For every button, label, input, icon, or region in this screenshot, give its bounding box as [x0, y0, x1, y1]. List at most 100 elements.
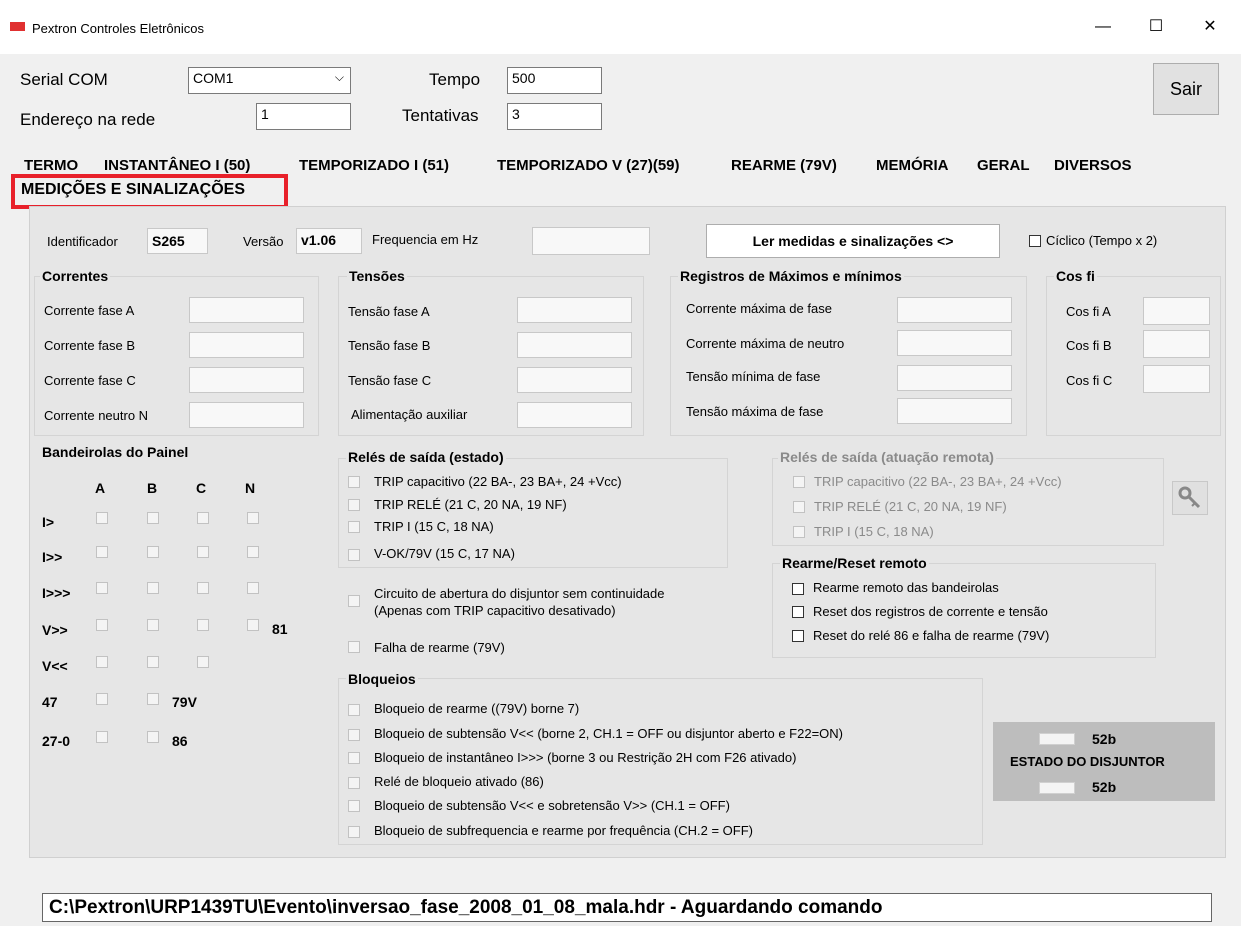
rearme-bandeirolas-label: Rearme remoto das bandeirolas: [813, 580, 999, 595]
col-a-label: A: [95, 480, 106, 496]
bloqueio-indicator: [348, 752, 360, 764]
corrente-n-field: [189, 402, 304, 428]
remota-trip-capacitivo-checkbox[interactable]: [793, 476, 805, 488]
versao-value: v1.06: [296, 228, 362, 254]
chevron-down-icon: ⌵: [334, 70, 344, 84]
trip-i-label: TRIP I (15 C, 18 NA): [374, 519, 494, 534]
tentativas-input[interactable]: 3: [507, 103, 602, 130]
corrente-b-field: [189, 332, 304, 358]
rearme-bandeirolas-checkbox[interactable]: [792, 583, 804, 595]
disjuntor-indicator-top: [1039, 733, 1075, 745]
endereco-label: Endereço na rede: [20, 110, 156, 129]
cosfi-b-field: [1143, 330, 1210, 358]
bloqueio-instantaneo-label: Bloqueio de instantâneo I>>> (borne 3 ou…: [374, 750, 797, 765]
versao-label: Versão: [243, 234, 284, 249]
maximize-button[interactable]: ☐: [1136, 12, 1176, 42]
tensao-c-label: Tensão fase C: [348, 373, 432, 388]
trip-rele-indicator: [348, 499, 360, 511]
tab-geral[interactable]: GERAL: [977, 157, 1030, 174]
flag-checkbox: [197, 512, 209, 524]
cosfi-title: Cos fi: [1054, 268, 1097, 284]
cosfi-b-label: Cos fi B: [1066, 338, 1112, 353]
ciclico-label: Cíclico (Tempo x 2): [1046, 233, 1158, 248]
tab-instantaneo[interactable]: INSTANTÂNEO I (50): [104, 157, 250, 174]
bloqueio-subtensao-label: Bloqueio de subtensão V<< (borne 2, CH.1…: [374, 726, 843, 741]
flag-checkbox: [147, 582, 159, 594]
sair-button[interactable]: Sair: [1153, 63, 1219, 115]
bloqueio-indicator: [348, 826, 360, 838]
flag-checkbox: [197, 582, 209, 594]
close-button[interactable]: ✕: [1190, 12, 1230, 42]
tab-rearme[interactable]: REARME (79V): [731, 157, 837, 174]
corrente-b-label: Corrente fase B: [44, 338, 136, 353]
flag-row-label: V>>: [42, 622, 68, 638]
cosfi-a-label: Cos fi A: [1066, 304, 1111, 319]
tab-temporizado-v[interactable]: TEMPORIZADO V (27)(59): [497, 157, 680, 174]
rearme-title: Rearme/Reset remoto: [780, 555, 929, 571]
v-ok-label: V-OK/79V (15 C, 17 NA): [374, 546, 515, 561]
window-title: Pextron Controles Eletrônicos: [32, 21, 204, 36]
status-bar: C:\Pextron\URP1439TU\Evento\inversao_fas…: [42, 893, 1212, 922]
tempo-label: Tempo: [429, 70, 481, 89]
trip-i-indicator: [348, 521, 360, 533]
registros-title: Registros de Máximos e mínimos: [678, 268, 904, 284]
flag-checkbox: [147, 619, 159, 631]
reset-rele-86-label: Reset do relé 86 e falha de rearme (79V): [813, 628, 1050, 643]
ler-medidas-button[interactable]: Ler medidas e sinalizações <>: [706, 224, 1000, 258]
flag-row-label: 47: [42, 694, 58, 710]
reset-rele-86-checkbox[interactable]: [792, 630, 804, 642]
tab-diversos[interactable]: DIVERSOS: [1054, 157, 1132, 174]
circuito-label-1: Circuito de abertura do disjuntor sem co…: [374, 586, 665, 601]
serial-com-value: COM1: [193, 70, 234, 86]
bloqueio-subfrequencia-label: Bloqueio de subfrequencia e rearme por f…: [374, 823, 753, 838]
key-button[interactable]: [1172, 481, 1208, 515]
identificador-label: Identificador: [47, 234, 118, 249]
remota-trip-rele-checkbox[interactable]: [793, 501, 805, 513]
flag-row-label: I>: [42, 514, 55, 530]
cosfi-a-field: [1143, 297, 1210, 325]
tensao-a-field: [517, 297, 632, 323]
flag-checkbox: [247, 512, 259, 524]
flag-checkbox: [147, 546, 159, 558]
falha-rearme-label: Falha de rearme (79V): [374, 640, 505, 655]
reset-registros-checkbox[interactable]: [792, 606, 804, 618]
tab-temporizado-i[interactable]: TEMPORIZADO I (51): [299, 157, 449, 174]
trip-capacitivo-indicator: [348, 476, 360, 488]
alimentacao-field: [517, 402, 632, 428]
circuito-indicator: [348, 595, 360, 607]
reles-estado-title: Relés de saída (estado): [346, 449, 506, 465]
flag-row-label: 27-0: [42, 733, 71, 749]
tab-termo[interactable]: TERMO: [24, 157, 78, 174]
tensao-c-field: [517, 367, 632, 393]
tempo-input[interactable]: 500: [507, 67, 602, 94]
flag-checkbox: [96, 731, 108, 743]
remota-trip-i-label: TRIP I (15 C, 18 NA): [814, 524, 934, 539]
flag-checkbox: [96, 546, 108, 558]
flag-81-label: 81: [272, 621, 288, 637]
trip-rele-label: TRIP RELÉ (21 C, 20 NA, 19 NF): [374, 497, 567, 512]
bloqueio-rearme-label: Bloqueio de rearme ((79V) borne 7): [374, 701, 580, 716]
remota-trip-i-checkbox[interactable]: [793, 526, 805, 538]
v-ok-indicator: [348, 549, 360, 561]
tab-memoria[interactable]: MEMÓRIA: [876, 157, 949, 174]
corrente-c-field: [189, 367, 304, 393]
corrente-max-neutro-field: [897, 330, 1012, 356]
endereco-input[interactable]: 1: [256, 103, 351, 130]
col-n-label: N: [245, 480, 256, 496]
identificador-value: S265: [147, 228, 208, 254]
tab-medicoes[interactable]: MEDIÇÕES E SINALIZAÇÕES: [21, 181, 245, 199]
flag-checkbox: [247, 546, 259, 558]
bloqueio-sub-sobre-label: Bloqueio de subtensão V<< e sobretensão …: [374, 798, 730, 813]
minimize-button[interactable]: —: [1083, 12, 1123, 42]
ciclico-checkbox[interactable]: [1029, 235, 1041, 247]
correntes-title: Correntes: [40, 268, 111, 284]
reles-remota-title: Relés de saída (atuação remota): [778, 449, 996, 465]
cosfi-c-field: [1143, 365, 1210, 393]
tensoes-title: Tensões: [347, 268, 407, 284]
serial-com-select[interactable]: COM1 ⌵: [188, 67, 351, 94]
bandeirolas-title: Bandeirolas do Painel: [40, 444, 191, 460]
corrente-a-field: [189, 297, 304, 323]
rele-bloqueio-label: Relé de bloqueio ativado (86): [374, 774, 544, 789]
falha-rearme-indicator: [348, 641, 360, 653]
flag-checkbox: [96, 582, 108, 594]
